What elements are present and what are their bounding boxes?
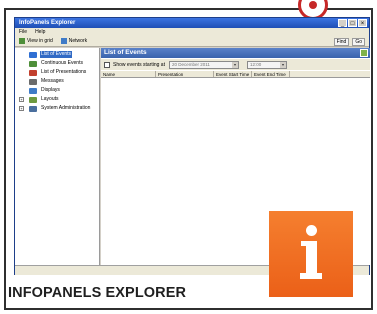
tree-label: Messages (41, 78, 64, 84)
info-icon (269, 211, 353, 297)
grid-header: Name Presentation Event Start Time Event… (101, 71, 370, 78)
tree-item-list-of-events[interactable]: List of Events (15, 50, 99, 59)
info-dot (306, 225, 317, 236)
presentations-icon (29, 69, 37, 76)
network-button[interactable]: Network (60, 38, 88, 44)
show-events-label: Show events starting at (113, 61, 165, 68)
panel-title: List of Events (104, 49, 147, 56)
continuous-events-icon (29, 60, 37, 67)
time-picker[interactable]: 12:00 ▾ (246, 60, 287, 69)
refresh-icon[interactable] (360, 49, 368, 57)
window-title: InfoPanels Explorer (19, 20, 76, 26)
menu-bar: File Help (15, 28, 369, 36)
column-header-presentation[interactable]: Presentation (156, 71, 214, 77)
grid-view-icon (19, 38, 25, 44)
tree-item-displays[interactable]: Displays (15, 86, 99, 95)
tree-item-layouts[interactable]: + Layouts (15, 95, 99, 104)
toolbar: View in grid Network Find Go (15, 36, 369, 47)
toolbar-right: Find Go (333, 38, 365, 46)
column-header-name[interactable]: Name (101, 71, 156, 77)
close-button[interactable]: × (358, 19, 367, 27)
show-events-checkbox[interactable] (104, 61, 110, 68)
info-base (300, 273, 322, 279)
view-in-grid-button[interactable]: View in grid (19, 38, 53, 44)
product-caption: INFOPANELS EXPLORER (8, 285, 187, 301)
displays-icon (29, 87, 37, 94)
system-admin-icon (29, 105, 37, 112)
panel-header: List of Events (101, 48, 370, 58)
messages-icon (29, 78, 37, 85)
date-value: 20 December 2011 (171, 61, 210, 67)
tree-label: List of Presentations (41, 69, 87, 75)
tree-item-system-administration[interactable]: + System Administration (15, 104, 99, 113)
go-button[interactable]: Go (352, 38, 365, 46)
events-icon (29, 51, 37, 58)
column-header-start-time[interactable]: Event Start Time (214, 71, 252, 77)
time-value: 12:00 (249, 61, 262, 67)
view-in-grid-label: View in grid (27, 38, 53, 44)
menu-file[interactable]: File (19, 28, 27, 36)
chevron-down-icon[interactable]: ▾ (279, 61, 286, 68)
network-label: Network (68, 38, 88, 44)
tree-label: Displays (41, 87, 60, 93)
minimize-button[interactable]: _ (338, 19, 347, 27)
info-stem (306, 241, 317, 277)
tree-item-continuous-events[interactable]: Continuous Events (15, 59, 99, 68)
title-bar[interactable]: InfoPanels Explorer _ □ × (15, 18, 369, 28)
navigation-tree: List of Events Continuous Events List of… (15, 48, 100, 265)
promo-card: InfoPanels Explorer _ □ × File Help View… (0, 0, 377, 314)
menu-help[interactable]: Help (35, 28, 45, 36)
tree-item-list-of-presentations[interactable]: List of Presentations (15, 68, 99, 77)
filter-bar: Show events starting at 20 December 2011… (101, 59, 370, 70)
expand-icon[interactable]: + (19, 106, 24, 111)
expand-icon[interactable]: + (19, 97, 24, 102)
find-button[interactable]: Find (333, 38, 350, 46)
tree-label: System Administration (41, 105, 91, 111)
layouts-icon (29, 96, 37, 103)
column-header-end-time[interactable]: Event End Time (252, 71, 290, 77)
window-controls: _ □ × (338, 19, 367, 27)
maximize-button[interactable]: □ (348, 19, 357, 27)
tree-label: Layouts (41, 96, 59, 102)
tree-label: Continuous Events (41, 60, 83, 66)
tree-label: List of Events (40, 51, 73, 58)
date-picker[interactable]: 20 December 2011 ▾ (168, 60, 239, 69)
network-icon (60, 38, 67, 44)
chevron-down-icon[interactable]: ▾ (231, 61, 238, 68)
tree-item-messages[interactable]: Messages (15, 77, 99, 86)
